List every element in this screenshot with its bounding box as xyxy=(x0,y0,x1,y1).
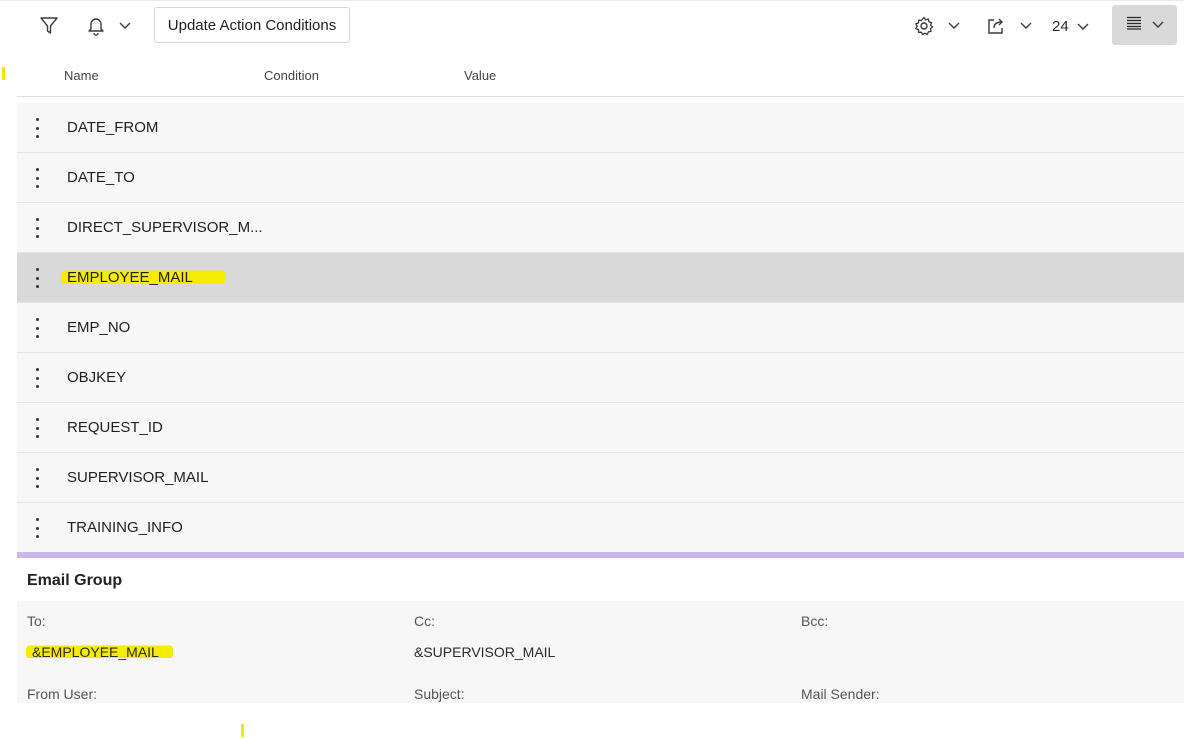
row-name: SUPERVISOR_MAIL xyxy=(67,469,209,486)
bcc-label: Bcc: xyxy=(801,613,829,629)
email-group-title: Email Group xyxy=(27,572,123,589)
chevron-down-icon xyxy=(119,22,131,30)
more-options-icon[interactable] xyxy=(31,518,43,538)
row-name: OBJKEY xyxy=(67,369,127,386)
more-options-icon[interactable] xyxy=(31,318,43,338)
view-mode-button[interactable] xyxy=(1112,5,1177,45)
table-row-selected[interactable]: EMPLOYEE_MAIL xyxy=(17,253,1184,303)
column-header-condition[interactable]: Condition xyxy=(264,68,319,83)
chevron-down-icon xyxy=(1152,16,1164,34)
cc-label: Cc: xyxy=(414,613,435,629)
more-options-icon[interactable] xyxy=(31,218,43,238)
update-action-conditions-button[interactable]: Update Action Conditions xyxy=(154,7,350,43)
settings-button[interactable] xyxy=(914,15,960,37)
highlight-mark xyxy=(2,67,5,80)
table-row[interactable]: DATE_TO xyxy=(17,153,1184,203)
email-group-panel: Email Group To: &EMPLOYEE_MAIL Cc: &SUPE… xyxy=(17,558,1184,703)
row-name: EMP_NO xyxy=(67,319,131,336)
chevron-down-icon xyxy=(1077,18,1089,35)
row-name: DATE_FROM xyxy=(67,119,159,136)
gear-icon xyxy=(914,16,934,36)
table-row[interactable]: SUPERVISOR_MAIL xyxy=(17,453,1184,503)
row-name: EMPLOYEE_MAIL xyxy=(61,269,225,286)
export-button[interactable] xyxy=(986,15,1032,37)
mail-sender-label: Mail Sender: xyxy=(801,686,880,702)
table-row[interactable]: TRAINING_INFO xyxy=(17,503,1184,553)
more-options-icon[interactable] xyxy=(31,168,43,188)
page-size-value: 24 xyxy=(1052,17,1069,35)
list-view-icon xyxy=(1126,16,1142,35)
table-row[interactable]: DIRECT_SUPERVISOR_M... xyxy=(17,203,1184,253)
row-name: REQUEST_ID xyxy=(67,419,163,436)
table-row[interactable]: DATE_FROM xyxy=(17,103,1184,153)
subject-label: Subject: xyxy=(414,686,465,702)
page-size-select[interactable]: 24 xyxy=(1052,13,1089,39)
more-options-icon[interactable] xyxy=(31,118,43,138)
table-row[interactable]: REQUEST_ID xyxy=(17,403,1184,453)
column-header-name[interactable]: Name xyxy=(64,68,99,83)
row-name: TRAINING_INFO xyxy=(67,519,183,536)
export-icon xyxy=(986,16,1006,36)
conditions-list: DATE_FROM DATE_TO DIRECT_SUPERVISOR_M...… xyxy=(17,103,1184,553)
more-options-icon[interactable] xyxy=(31,268,43,288)
notifications-button[interactable] xyxy=(86,15,132,37)
more-options-icon[interactable] xyxy=(31,418,43,438)
to-value[interactable]: &EMPLOYEE_MAIL xyxy=(26,644,173,660)
to-label: To: xyxy=(27,613,46,629)
chevron-down-icon xyxy=(1020,22,1032,30)
from-user-label: From User: xyxy=(27,686,97,702)
filter-icon[interactable] xyxy=(38,15,60,37)
table-row[interactable]: OBJKEY xyxy=(17,353,1184,403)
more-options-icon[interactable] xyxy=(31,368,43,388)
cc-value[interactable]: &SUPERVISOR_MAIL xyxy=(414,644,555,660)
chevron-down-icon xyxy=(948,22,960,30)
table-header: Name Condition Value xyxy=(17,50,1184,97)
more-options-icon[interactable] xyxy=(31,468,43,488)
email-group-body: To: &EMPLOYEE_MAIL Cc: &SUPERVISOR_MAIL … xyxy=(17,601,1184,703)
column-header-value[interactable]: Value xyxy=(464,68,496,83)
toolbar: Update Action Conditions 24 xyxy=(0,0,1184,51)
row-name: DIRECT_SUPERVISOR_M... xyxy=(67,219,263,236)
highlight-mark xyxy=(241,724,244,737)
table-row[interactable]: EMP_NO xyxy=(17,303,1184,353)
row-name: DATE_TO xyxy=(67,169,135,186)
bell-icon xyxy=(87,16,105,36)
